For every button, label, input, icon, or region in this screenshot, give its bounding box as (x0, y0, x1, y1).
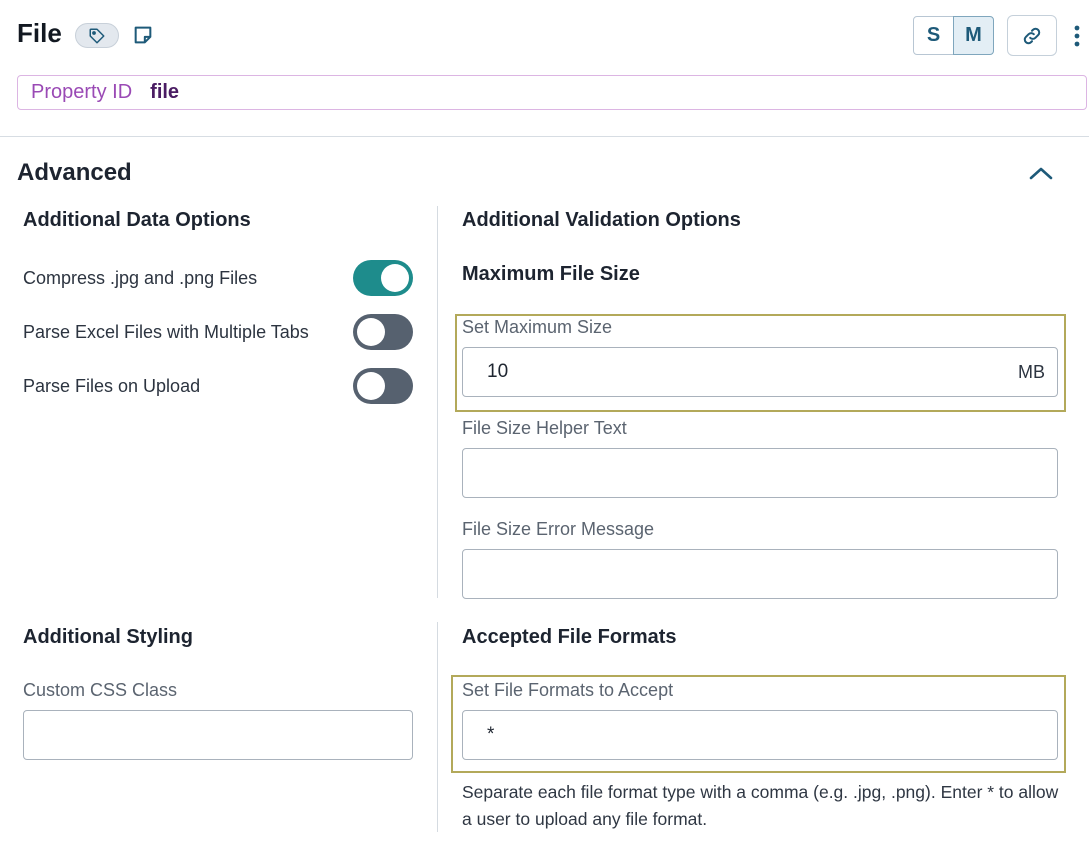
size-s-button[interactable]: S (913, 16, 954, 55)
more-options-button[interactable] (1068, 22, 1086, 50)
helper-text-input[interactable] (462, 448, 1058, 498)
max-size-input[interactable]: 10 MB (462, 347, 1058, 397)
compress-toggle[interactable] (353, 260, 413, 296)
property-id-label: Property ID (31, 81, 133, 103)
max-size-unit: MB (1018, 361, 1045, 382)
collapse-button[interactable] (1026, 160, 1056, 186)
chevron-up-icon (1029, 167, 1053, 180)
parse-excel-toggle[interactable] (353, 314, 413, 350)
helper-text-label: File Size Helper Text (462, 418, 627, 438)
note-button[interactable] (131, 23, 155, 47)
kebab-icon (1074, 25, 1080, 47)
tag-button[interactable] (75, 23, 119, 48)
data-options-title: Additional Data Options (23, 209, 251, 231)
css-class-label: Custom CSS Class (23, 680, 178, 700)
size-m-button[interactable]: M (953, 16, 994, 55)
section-title: Advanced (17, 159, 132, 186)
formats-input[interactable]: * (462, 710, 1058, 760)
formats-help-text: Separate each file format type with a co… (462, 782, 1059, 829)
error-message-label: File Size Error Message (462, 519, 655, 539)
css-class-input[interactable] (23, 710, 413, 760)
error-message-input[interactable] (462, 549, 1058, 599)
toggle-knob (357, 372, 385, 400)
property-id-value: file (150, 81, 180, 103)
divider (0, 136, 1089, 137)
max-size-title: Maximum File Size (462, 263, 640, 285)
styling-title: Additional Styling (23, 626, 193, 648)
tag-icon (89, 28, 105, 43)
column-divider (437, 622, 438, 832)
link-button[interactable] (1007, 15, 1057, 56)
toggle-label-compress: Compress .jpg and .png Files (23, 268, 258, 288)
page-title: File (17, 18, 62, 48)
formats-value: * (487, 724, 495, 745)
parse-upload-toggle[interactable] (353, 368, 413, 404)
note-icon (134, 26, 152, 44)
column-divider (437, 206, 438, 598)
formats-title: Accepted File Formats (462, 626, 677, 648)
formats-label: Set File Formats to Accept (462, 680, 674, 700)
toggle-knob (381, 264, 409, 292)
max-size-value: 10 (487, 361, 509, 382)
validation-title: Additional Validation Options (462, 209, 741, 231)
property-id-field[interactable]: Property ID file (17, 75, 1087, 110)
link-icon (1023, 27, 1041, 44)
toggle-label-parse-upload: Parse Files on Upload (23, 376, 201, 396)
toggle-label-parse-excel: Parse Excel Files with Multiple Tabs (23, 322, 309, 342)
max-size-label: Set Maximum Size (462, 317, 613, 337)
toggle-knob (357, 318, 385, 346)
size-toggle-group: S M (913, 16, 994, 55)
